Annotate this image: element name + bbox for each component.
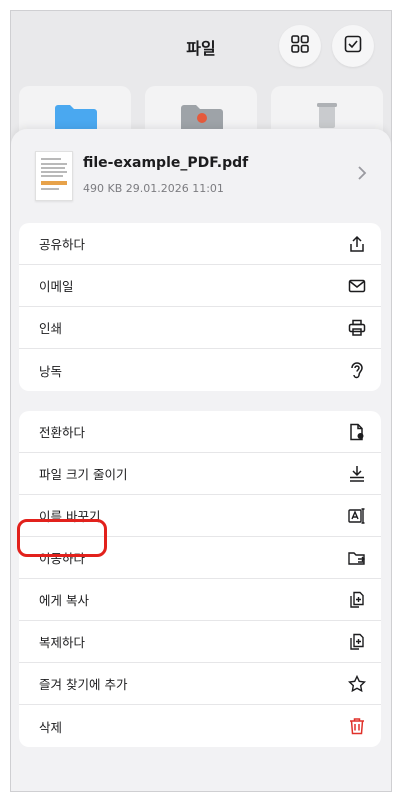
grid-view-button[interactable] [279, 25, 321, 67]
select-button[interactable] [332, 25, 374, 67]
menu-item-duplicate[interactable]: 복제하다 [19, 621, 381, 663]
file-info-row[interactable]: file-example_PDF.pdf 490 KB 29.01.2026 1… [19, 143, 381, 207]
ear-icon [347, 360, 367, 380]
menu-item-delete[interactable]: 삭제 [19, 705, 381, 747]
checkbox-icon [343, 34, 363, 58]
grid-icon [290, 34, 310, 58]
menu-item-convert[interactable]: 전환하다 [19, 411, 381, 453]
menu-item-copy-to[interactable]: 에게 복사 [19, 579, 381, 621]
mail-icon [347, 276, 367, 296]
compress-icon [347, 464, 367, 484]
trash-icon [347, 716, 367, 736]
menu-item-email[interactable]: 이메일 [19, 265, 381, 307]
menu-item-label: 삭제 [39, 719, 63, 735]
rename-icon [347, 506, 367, 526]
menu-item-label: 이메일 [39, 279, 74, 294]
menu-item-label: 파일 크기 줄이기 [39, 467, 128, 482]
convert-file-icon [347, 422, 367, 442]
menu-item-read-aloud[interactable]: 낭독 [19, 349, 381, 391]
highlight-annotation [17, 519, 107, 557]
menu-item-print[interactable]: 인쇄 [19, 307, 381, 349]
move-folder-icon [347, 548, 367, 568]
pdf-thumbnail-icon [35, 151, 73, 201]
top-bar: 파일 [11, 11, 391, 81]
menu-item-add-favorite[interactable]: 즐겨 찾기에 추가 [19, 663, 381, 705]
menu-item-label: 인쇄 [39, 321, 63, 336]
file-meta: 490 KB 29.01.2026 11:01 [83, 182, 224, 195]
menu-item-label: 에게 복사 [39, 593, 89, 608]
menu-item-label: 즐겨 찾기에 추가 [39, 677, 128, 692]
copy-to-icon [347, 590, 367, 610]
printer-icon [347, 318, 367, 338]
menu-item-label: 낭독 [39, 363, 63, 379]
menu-item-share[interactable]: 공유하다 [19, 223, 381, 265]
duplicate-icon [347, 632, 367, 652]
menu-item-label: 전환하다 [39, 425, 86, 440]
star-icon [347, 674, 367, 694]
menu-group-2: 전환하다 파일 크기 줄이기 이름 바꾸기 이동하다 에게 복사 복제하다 즐겨… [19, 411, 381, 747]
app-frame: 파일 file-example_PDF.pdf 490 KB 29.01.202… [10, 10, 392, 792]
menu-item-reduce-size[interactable]: 파일 크기 줄이기 [19, 453, 381, 495]
menu-item-label: 공유하다 [39, 237, 86, 252]
menu-item-label: 복제하다 [39, 635, 86, 650]
menu-group-1: 공유하다 이메일 인쇄 낭독 [19, 223, 381, 391]
chevron-right-icon[interactable] [357, 165, 367, 186]
file-name: file-example_PDF.pdf [83, 155, 249, 171]
share-icon [347, 234, 367, 254]
action-sheet: file-example_PDF.pdf 490 KB 29.01.2026 1… [11, 129, 391, 791]
